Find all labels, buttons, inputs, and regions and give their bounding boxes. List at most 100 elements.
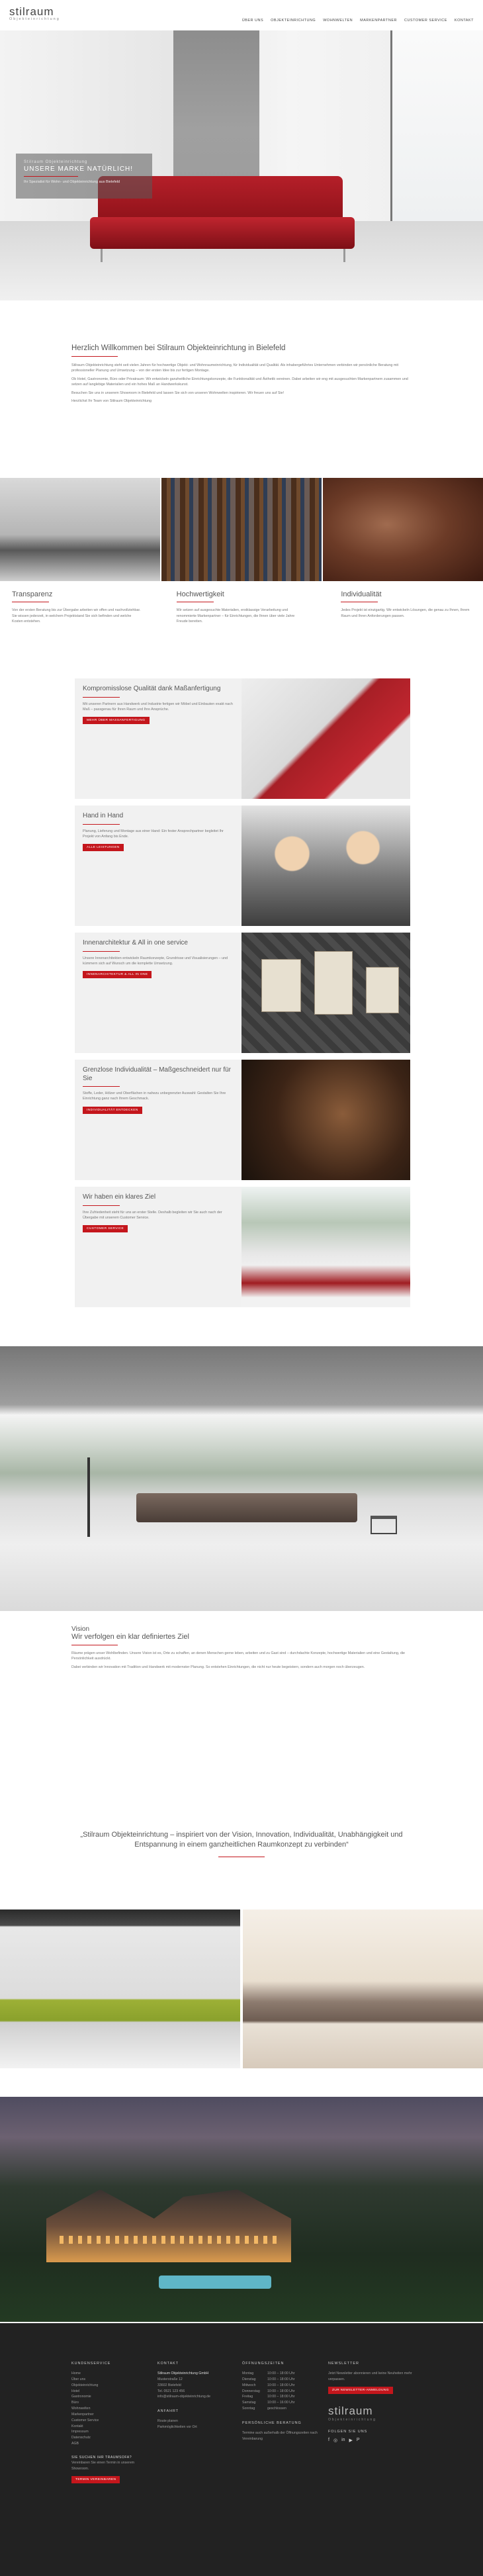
footer-link[interactable]: Route planen: [157, 2418, 237, 2424]
logo-tagline: Objekteinrichtung: [9, 17, 60, 21]
footer-email[interactable]: info@stilraum-objekteinrichtung.de: [157, 2394, 237, 2400]
footer-col-contact: Kontakt Stilraum Objekteinrichtung GmbH …: [157, 2362, 237, 2430]
hours-day: Montag: [242, 2371, 254, 2375]
feature-button[interactable]: Innenarchitektur & All in one: [83, 971, 152, 979]
footer-link: Parkmöglichkeiten vor Ort: [157, 2425, 197, 2430]
hours-day: Freitag: [242, 2395, 253, 2399]
leather-jackets-image: [161, 478, 322, 581]
nav-item-ueber-uns[interactable]: Über uns: [242, 19, 263, 23]
vision-quote: „Stilraum Objekteinrichtung – inspiriert…: [79, 1830, 404, 1857]
values-columns: Transparenz Von der ersten Beratung bis …: [12, 590, 471, 625]
feature-title: Innenarchitektur & All in one service: [83, 939, 188, 946]
feature-text: Innenarchitektur & All in one service Un…: [75, 933, 242, 1053]
value-text: Von der ersten Beratung bis zur Übergabe…: [12, 608, 141, 624]
footer-heading: Kontakt: [157, 2362, 179, 2366]
footer-link[interactable]: Markenpartner: [71, 2412, 151, 2418]
feature-button[interactable]: Mehr über Maßanfertigung: [83, 717, 150, 725]
footer-link[interactable]: Gastronomie: [71, 2394, 151, 2400]
nav-item-objekteinrichtung[interactable]: Objekteinrichtung: [271, 19, 316, 23]
value-column-individualitaet: Individualität Jedes Projekt ist einziga…: [341, 590, 471, 625]
footer-link[interactable]: Customer Service: [71, 2418, 151, 2424]
linkedin-icon[interactable]: in: [341, 2438, 345, 2443]
youtube-icon[interactable]: ▶: [349, 2438, 353, 2443]
feature-massanfertigung: Kompromisslose Qualität dank Maßanfertig…: [75, 678, 410, 799]
footer-link[interactable]: Büro: [71, 2400, 151, 2406]
footer-link[interactable]: Objekteinrichtung: [71, 2383, 151, 2389]
vision-section: Vision Wir verfolgen ein klar definierte…: [71, 1626, 416, 1670]
footer-link[interactable]: Hotel: [71, 2389, 151, 2395]
living-room-image: [242, 1187, 410, 1307]
footer-link[interactable]: Home: [71, 2371, 151, 2377]
hours-time: 10:00 – 18:00 Uhr: [267, 2377, 295, 2381]
welcome-paragraph: Stilraum Objekteinrichtung steht seit vi…: [71, 363, 399, 373]
vision-paragraph: Räume prägen unser Wohlbefinden. Unsere …: [71, 1651, 406, 1661]
footer-link[interactable]: Kontakt: [71, 2424, 151, 2430]
welcome-paragraph: Ob Hotel, Gastronomie, Büro oder Privatr…: [71, 377, 408, 387]
feature-divider: [83, 696, 120, 698]
hours-day: Mittwoch: [242, 2383, 256, 2387]
footer-col-newsletter: Newsletter Jetzt Newsletter abonnieren u…: [328, 2362, 414, 2443]
footer-link[interactable]: Über uns: [71, 2377, 151, 2383]
hero-banner: Stilraum Objekteinrichtung UNSERE MARKE …: [0, 30, 483, 300]
value-title: Individualität: [341, 590, 382, 598]
footer-phone[interactable]: Tel. 0521 123 456: [157, 2389, 237, 2395]
nav-item-markenpartner[interactable]: Markenpartner: [360, 19, 397, 23]
welcome-paragraph: Herzlichst Ihr Team von Stilraum Objekte…: [71, 398, 152, 403]
footer-link[interactable]: Impressum: [71, 2429, 151, 2435]
feature-description: Planung, Lieferung und Montage aus einer…: [83, 829, 224, 839]
feature-button[interactable]: Individualität entdecken: [83, 1106, 142, 1114]
vision-kicker: Vision: [71, 1626, 90, 1633]
pinterest-icon[interactable]: P: [357, 2438, 360, 2443]
feature-individualitaet: Grenzlose Individualität – Maßgeschneide…: [75, 1060, 410, 1180]
hours-time: 10:00 – 18:00 Uhr: [267, 2395, 295, 2399]
feature-description: Mit unseren Partnern aus Handwerk und In…: [83, 702, 233, 712]
newsletter-button[interactable]: Zur Newsletter-Anmeldung: [328, 2386, 393, 2394]
site-header: stilraum Objekteinrichtung Über uns Obje…: [0, 0, 483, 30]
nav-item-kontakt[interactable]: Kontakt: [455, 19, 474, 23]
image-duo: [0, 1909, 483, 2068]
social-links: f ◎ in ▶ P: [328, 2438, 414, 2443]
floor-plan-image: [242, 933, 410, 1053]
interior-panorama-image: [0, 1346, 483, 1611]
footer-link[interactable]: AGB: [71, 2441, 151, 2447]
footer-logo-tagline: Objekteinrichtung: [328, 2417, 376, 2422]
image-triptych: [0, 478, 483, 581]
appointment-button[interactable]: Termin vereinbaren: [71, 2475, 120, 2483]
feature-text: Kompromisslose Qualität dank Maßanfertig…: [75, 678, 242, 799]
facebook-icon[interactable]: f: [328, 2438, 329, 2443]
feature-text: Hand in Hand Planung, Lieferung und Mont…: [75, 805, 242, 926]
nav-item-customer-service[interactable]: Customer Service: [404, 19, 447, 23]
hours-time: 10:00 – 18:00 Uhr: [267, 2389, 295, 2393]
footer-link[interactable]: Wohnwelten: [71, 2406, 151, 2412]
feature-button[interactable]: Alle Leistungen: [83, 844, 124, 852]
hours-day: Dienstag: [242, 2377, 256, 2381]
hours-day: Donnerstag: [242, 2389, 260, 2393]
hero-caption-box: Stilraum Objekteinrichtung UNSERE MARKE …: [16, 154, 152, 199]
leather-tools-image: [242, 1060, 410, 1180]
sofa-showroom-image: [0, 478, 160, 581]
value-text: Wir setzen auf ausgesuchte Materialien, …: [176, 608, 295, 624]
footer-link[interactable]: Datenschutz: [71, 2435, 151, 2441]
hero-divider: [24, 176, 78, 177]
site-footer: Kundenservice Home Über uns Objekteinric…: [0, 2323, 483, 2576]
feature-divider: [83, 823, 120, 825]
footer-subheading: Anfahrt: [157, 2409, 179, 2414]
logo[interactable]: stilraum Objekteinrichtung: [9, 5, 60, 21]
instagram-icon[interactable]: ◎: [333, 2438, 337, 2443]
hero-title: UNSERE MARKE NATÜRLICH!: [24, 165, 134, 173]
floor-plan-sheet: [261, 959, 301, 1012]
footer-logo[interactable]: stilraum: [328, 2405, 414, 2418]
feature-title: Grenzlose Individualität – Maßgeschneide…: [83, 1066, 232, 1082]
feature-title: Wir haben ein klares Ziel: [83, 1193, 156, 1201]
feature-description: Ihre Zufriedenheit steht für uns an erst…: [83, 1210, 222, 1220]
footer-subheading: Persönliche Beratung: [242, 2420, 302, 2425]
handshake-image: [242, 805, 410, 926]
welcome-divider: [71, 356, 118, 357]
feature-button[interactable]: Customer Service: [83, 1225, 128, 1233]
feature-divider: [83, 1205, 120, 1206]
nav-item-wohnwelten[interactable]: Wohnwelten: [323, 19, 353, 23]
footer-text: Termine auch außerhalb der Öffnungszeite…: [242, 2430, 318, 2441]
hero-kicker: Stilraum Objekteinrichtung: [24, 160, 88, 164]
footer-company: Stilraum Objekteinrichtung GmbH: [157, 2371, 209, 2375]
feature-innenarchitektur: Innenarchitektur & All in one service Un…: [75, 933, 410, 1053]
